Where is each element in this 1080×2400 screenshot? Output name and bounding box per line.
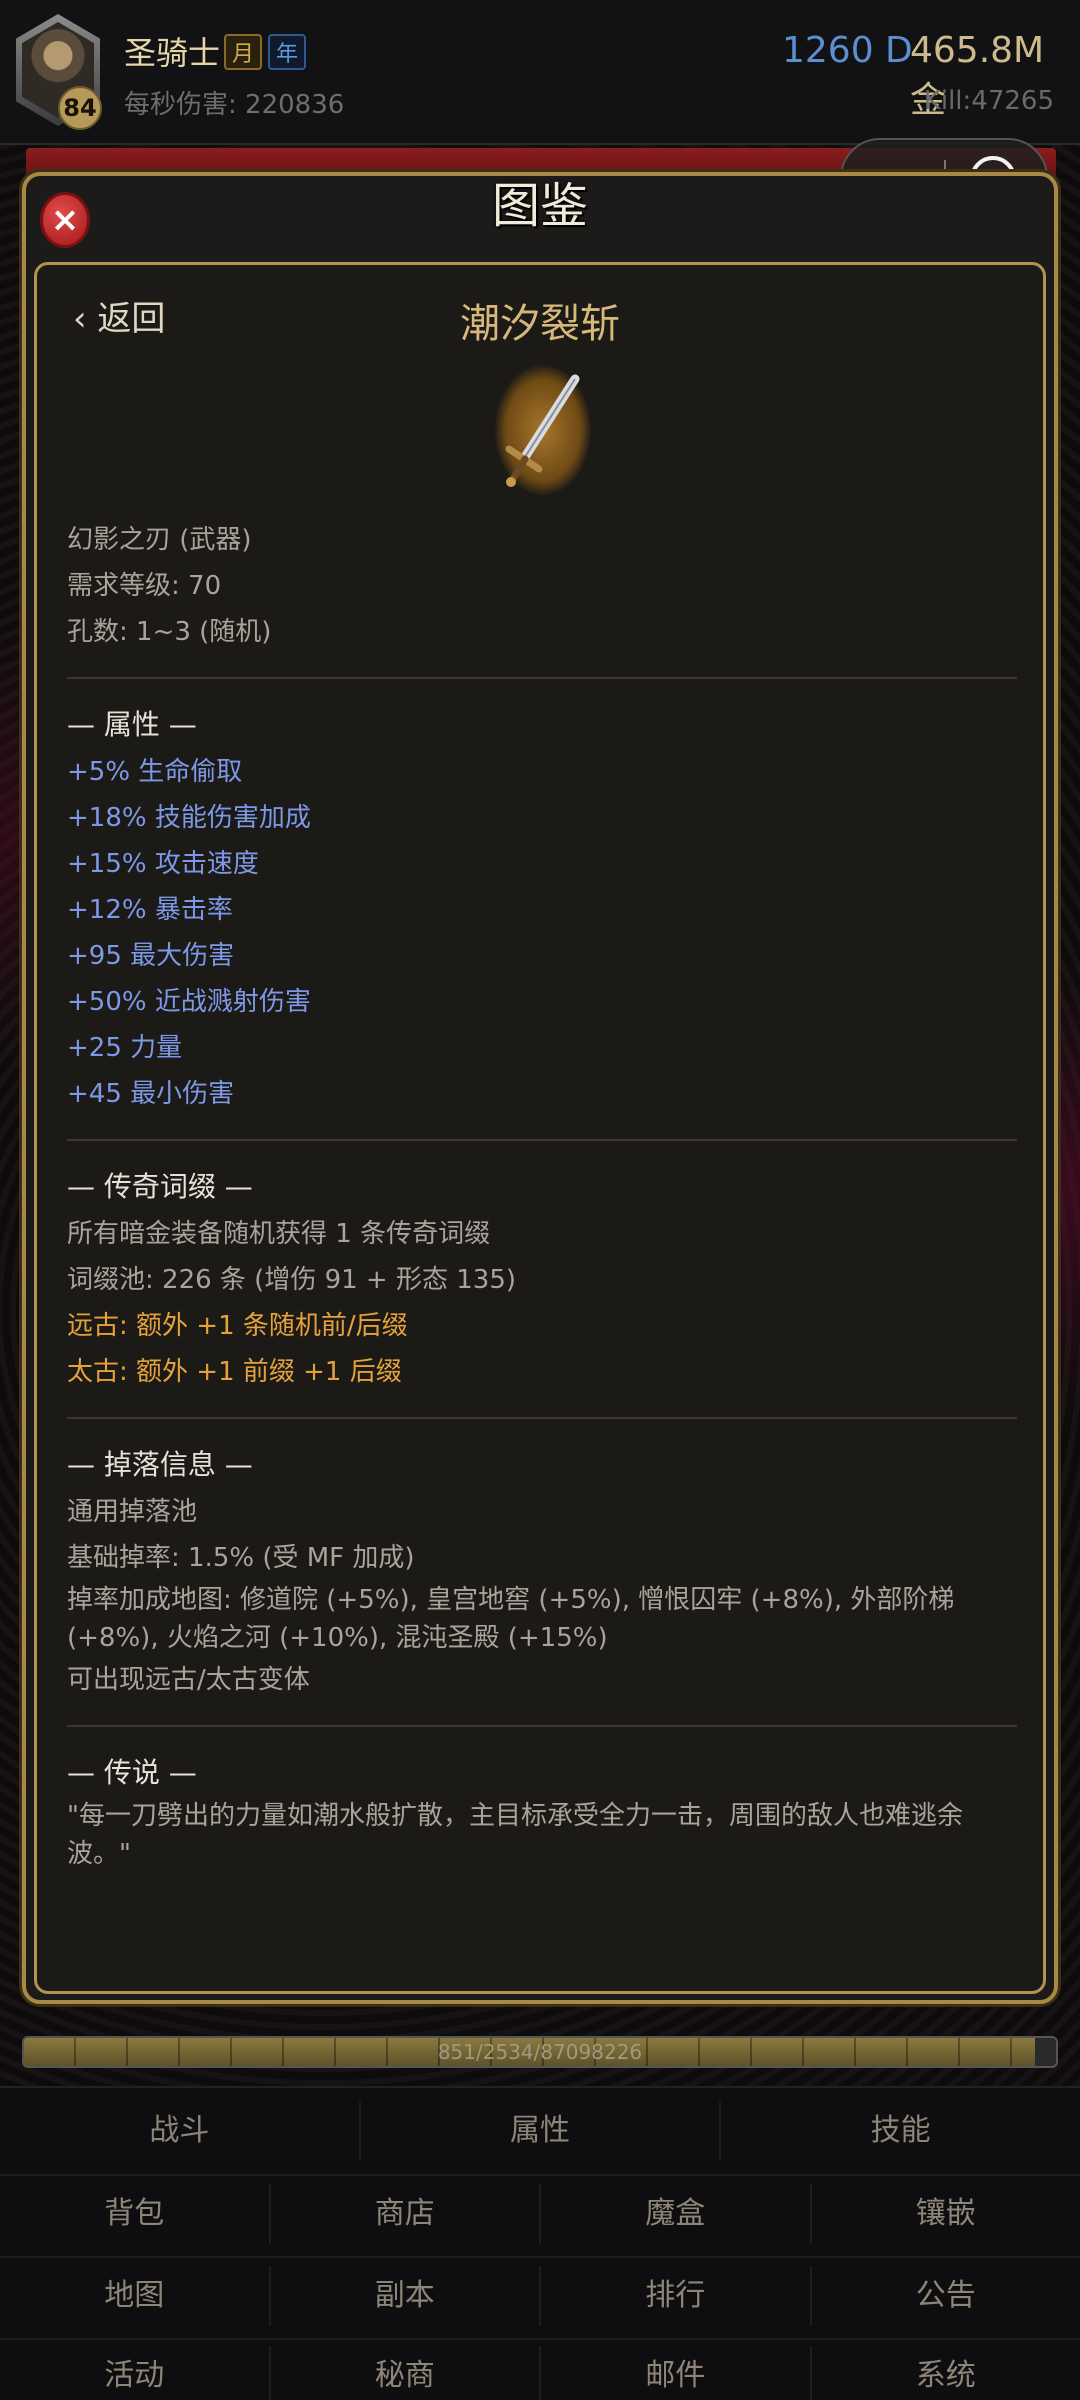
nav-socket[interactable]: 镶嵌 [812, 2184, 1080, 2244]
item-name: 潮汐裂斩 [460, 301, 620, 347]
nav-cube[interactable]: 魔盒 [541, 2184, 812, 2244]
experience-text: 851/2534/87098226 [437, 2040, 643, 2064]
attribute-line: +18% 技能伤害加成 [67, 803, 311, 833]
primal-bonus: 太古: 额外 +1 前缀 +1 后缀 [67, 1357, 402, 1387]
game-screen: 84 圣骑士 月 年 每秒伤害: 220836 1260 D 465.8M 金 … [0, 0, 1080, 2400]
nav-attributes[interactable]: 属性 [361, 2102, 722, 2160]
divider [67, 1139, 1017, 1141]
nav-skills[interactable]: 技能 [721, 2102, 1080, 2160]
attribute-line: +25 力量 [67, 1033, 183, 1063]
nav-shop[interactable]: 商店 [271, 2184, 541, 2244]
drop-info-heading: — 掉落信息 — [67, 1448, 253, 1481]
nav-backpack[interactable]: 背包 [0, 2184, 271, 2244]
nav-secret-merchant[interactable]: 秘商 [271, 2346, 541, 2400]
legendary-affix-heading: — 传奇词缀 — [67, 1170, 253, 1203]
nav-map[interactable]: 地图 [0, 2266, 271, 2326]
nav-dungeon[interactable]: 副本 [271, 2266, 541, 2326]
divider [67, 677, 1017, 679]
monthly-card-tag[interactable]: 月 [224, 34, 262, 70]
legendary-line: 词缀池: 226 条 (增伤 91 + 形态 135) [67, 1265, 517, 1295]
nav-battle[interactable]: 战斗 [0, 2102, 361, 2160]
experience-bar: 851/2534/87098226 [22, 2036, 1058, 2068]
player-header: 84 圣骑士 月 年 每秒伤害: 220836 1260 D 465.8M 金 … [0, 0, 1080, 145]
attribute-line: +15% 攻击速度 [67, 849, 259, 879]
nav-system[interactable]: 系统 [812, 2346, 1080, 2400]
close-button[interactable]: × [40, 192, 90, 248]
legendary-line: 所有暗金装备随机获得 1 条传奇词缀 [67, 1219, 491, 1249]
attribute-line: +5% 生命偷取 [67, 757, 243, 787]
bottom-navigation: 战斗 属性 技能 背包 商店 魔盒 镶嵌 地图 副本 排行 公告 活动 秘商 邮… [0, 2086, 1080, 2400]
attribute-line: +12% 暴击率 [67, 895, 233, 925]
dps-label: 每秒伤害: 220836 [124, 90, 345, 120]
socket-count: 孔数: 1~3 (随机) [67, 617, 272, 647]
nav-ranking[interactable]: 排行 [541, 2266, 812, 2326]
drop-line: 通用掉落池 [67, 1497, 198, 1527]
modal-title: 图鉴 [491, 178, 588, 234]
character-name: 圣骑士 [124, 34, 221, 72]
divider [67, 1417, 1017, 1419]
attributes-heading: — 属性 — [67, 708, 197, 741]
item-description: 幻影之刃 (武器) 需求等级: 70 孔数: 1~3 (随机) — 属性 — +… [67, 517, 1017, 1873]
level-badge: 84 [58, 86, 102, 130]
attribute-line: +50% 近战溅射伤害 [67, 987, 311, 1017]
lore-heading: — 传说 — [67, 1756, 197, 1789]
nav-mail[interactable]: 邮件 [541, 2346, 812, 2400]
lore-text: "每一刀劈出的力量如潮水般扩散，主目标承受全力一击，周围的敌人也难逃余波。" [67, 1801, 963, 1869]
drop-line: 基础掉率: 1.5% (受 MF 加成) [67, 1543, 415, 1573]
codex-modal: 图鉴 × ‹ 返回 潮汐裂斩 幻影之刃 (武器) 需求等级: 70 孔数: 1~… [22, 172, 1058, 2004]
item-detail-panel: ‹ 返回 潮汐裂斩 幻影之刃 (武器) 需求等级: 70 孔数: 1~3 (随机… [34, 262, 1046, 1994]
sword-icon [495, 365, 591, 495]
attribute-line: +45 最小伤害 [67, 1079, 235, 1109]
nav-events[interactable]: 活动 [0, 2346, 271, 2400]
divider [67, 1725, 1017, 1727]
ancient-bonus: 远古: 额外 +1 条随机前/后缀 [67, 1311, 408, 1341]
gem-counter: 1260 D [782, 30, 913, 71]
kill-counter: Kill:47265 [923, 86, 1054, 116]
yearly-card-tag[interactable]: 年 [268, 34, 306, 70]
drop-line: 可出现远古/太古变体 [67, 1665, 310, 1695]
item-type: 幻影之刃 (武器) [67, 525, 252, 555]
drop-maps-line: 掉率加成地图: 修道院 (+5%), 皇宫地窖 (+5%), 憎恨囚牢 (+8%… [67, 1585, 955, 1653]
attribute-line: +95 最大伤害 [67, 941, 235, 971]
nav-announcement[interactable]: 公告 [812, 2266, 1080, 2326]
required-level: 需求等级: 70 [67, 571, 222, 601]
